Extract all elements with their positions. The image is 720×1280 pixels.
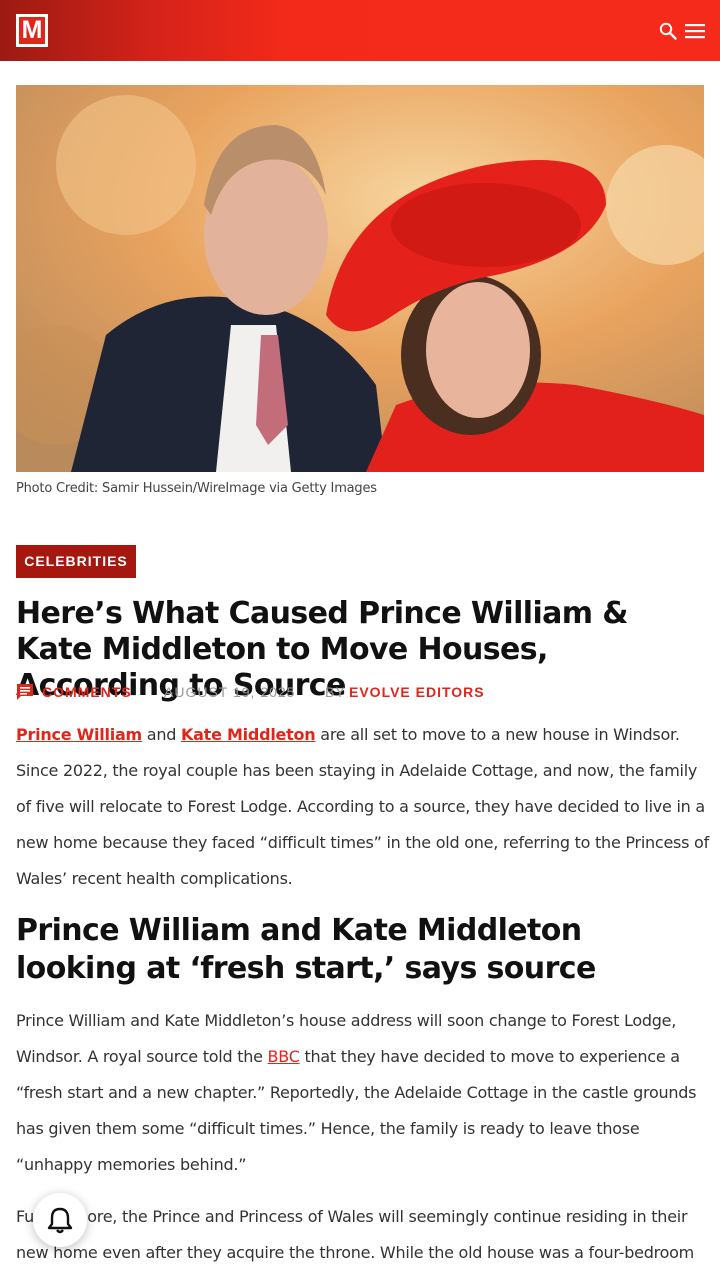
link-bbc[interactable]: BBC	[268, 1047, 300, 1066]
menu-icon[interactable]	[685, 23, 705, 39]
photo-credit: Photo Credit: Samir Hussein/WireImage vi…	[16, 481, 377, 496]
site-logo[interactable]: M	[16, 14, 48, 47]
paragraph-intro: Prince William and Kate Middleton are al…	[16, 717, 710, 897]
notification-button[interactable]	[33, 1193, 87, 1247]
search-icon[interactable]	[659, 22, 677, 40]
paragraph-continued: Furthermore, the Prince and Princess of …	[16, 1207, 694, 1262]
link-kate-middleton[interactable]: Kate Middleton	[181, 725, 316, 744]
top-nav-bar: M	[0, 0, 720, 61]
comment-icon[interactable]	[16, 683, 34, 701]
comments-link[interactable]: COMMENTS	[42, 684, 132, 700]
link-prince-william[interactable]: Prince William	[16, 725, 142, 744]
section-heading: Prince William and Kate Middleton lookin…	[16, 913, 596, 986]
bell-icon	[47, 1207, 73, 1234]
paragraph-text: that they have decided to move to experi…	[16, 1047, 697, 1174]
hero-image	[16, 85, 704, 472]
publish-date: AUGUST 19, 2025	[164, 684, 296, 700]
byline-prefix: BY	[325, 684, 346, 700]
hero-photo	[16, 85, 704, 472]
paragraph-text: and	[141, 725, 181, 744]
paragraph-text: are all set to move to a new house in Wi…	[16, 725, 709, 888]
article-meta: COMMENTS AUGUST 19, 2025 BY EVOLVE EDITO…	[16, 683, 716, 701]
paragraph-source: Prince William and Kate Middleton’s hous…	[16, 1003, 710, 1183]
category-badge[interactable]: CELEBRITIES	[16, 545, 136, 578]
author-link[interactable]: EVOLVE EDITORS	[349, 684, 485, 700]
